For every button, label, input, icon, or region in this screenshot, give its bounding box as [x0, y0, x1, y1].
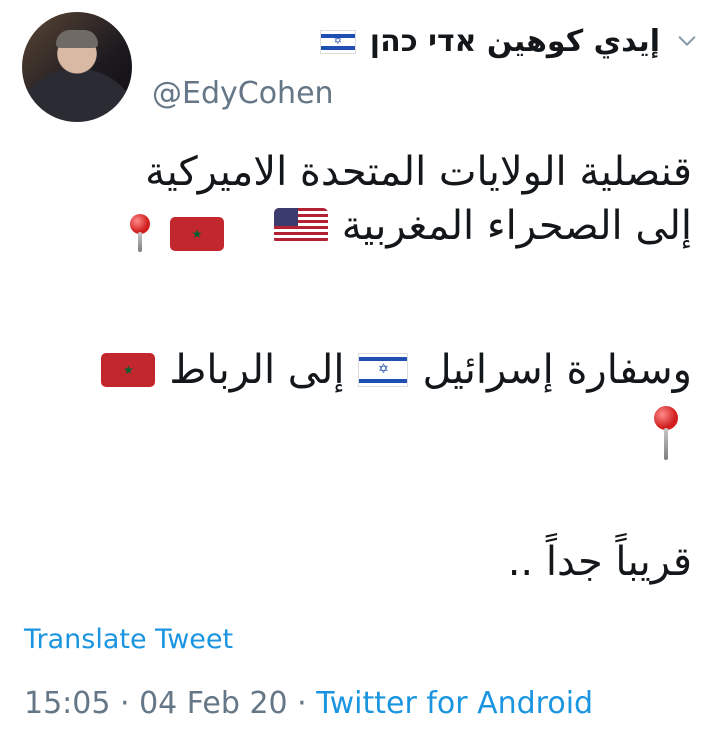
display-name[interactable]: إيدي كوهين אדי כהן	[370, 24, 660, 59]
meta-separator: ·	[110, 686, 140, 721]
translate-tweet-link[interactable]: Translate Tweet	[24, 624, 233, 655]
avatar[interactable]	[22, 12, 132, 122]
tweet-line-3-pin	[652, 406, 680, 466]
user-handle[interactable]: @EdyCohen	[152, 76, 334, 111]
israel-flag-icon: ✡	[358, 353, 409, 387]
tweet-text-line-1: قنصلية الولايات المتحدة الاميركية	[145, 149, 692, 195]
tweet-line-3: وسفارة إسرائيل ✡ إلى الرباط ★	[40, 346, 692, 394]
tweet-line-2-tail: ★	[128, 214, 224, 254]
pushpin-icon	[652, 406, 680, 462]
morocco-flag-icon: ★	[101, 353, 156, 387]
tweet-text-line-2: إلى الصحراء المغربية	[341, 203, 692, 249]
name-row: ✡ إيدي كوهين אדי כהן	[319, 24, 660, 59]
tweet-line-1: قنصلية الولايات المتحدة الاميركية	[40, 148, 692, 196]
avatar-hair	[56, 30, 98, 48]
usa-flag-icon	[273, 208, 328, 244]
tweet-line-4: قريباً جداً ..	[40, 538, 692, 586]
tweet-source-link[interactable]: Twitter for Android	[316, 686, 593, 721]
morocco-flag-icon: ★	[170, 217, 224, 251]
meta-separator: ·	[287, 686, 317, 721]
tweet-meta: 15:05 · 04 Feb 20 · Twitter for Android	[24, 686, 593, 721]
chevron-down-icon[interactable]	[676, 30, 698, 52]
tweet-time[interactable]: 15:05	[24, 686, 110, 721]
pushpin-icon	[128, 214, 152, 254]
tweet-date[interactable]: 04 Feb 20	[139, 686, 288, 721]
tweet-text-line-3: وسفارة إسرائيل	[422, 347, 692, 393]
israel-flag-icon: ✡	[319, 29, 356, 54]
tweet-text-line-3b: إلى الرباط	[169, 347, 345, 393]
tweet-text-line-4: قريباً جداً ..	[507, 539, 692, 585]
